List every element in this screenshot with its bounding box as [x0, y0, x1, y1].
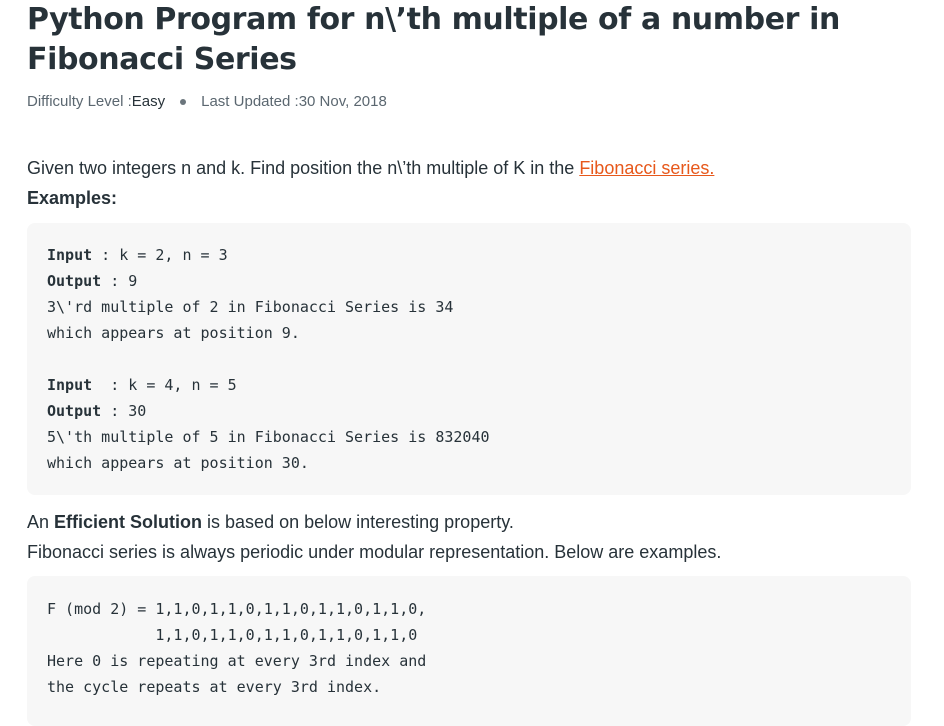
code-line: F (mod 2) = 1,1,0,1,1,0,1,1,0,1,1,0,1,1,… [47, 600, 427, 618]
examples-code: Input : k = 2, n = 3 Output : 9 3\'rd mult… [47, 242, 490, 476]
solution-bold: Efficient Solution [54, 512, 203, 532]
code-line: Output : 30 [47, 402, 147, 420]
code-line: which appears at position 9. [47, 324, 300, 342]
code-line: Input : k = 4, n = 5 [47, 376, 237, 394]
mod-code-block: F (mod 2) = 1,1,0,1,1,0,1,1,0,1,1,0,1,1,… [27, 576, 911, 726]
difficulty-value[interactable]: Easy [132, 92, 165, 112]
code-line: Here 0 is repeating at every 3rd index a… [47, 652, 427, 670]
difficulty-label: Difficulty Level : [27, 93, 132, 110]
separator-dot-icon [180, 99, 187, 105]
intro-paragraph: Given two integers n and k. Find positio… [27, 156, 714, 180]
examples-heading: Examples: [27, 188, 118, 208]
code-line: 3\'rd multiple of 2 in Fibonacci Series … [47, 298, 454, 316]
code-line: 5\'th multiple of 5 in Fibonacci Series … [47, 428, 490, 446]
periodic-paragraph: Fibonacci series is always periodic unde… [27, 542, 722, 562]
mod-code: F (mod 2) = 1,1,0,1,1,0,1,1,0,1,1,0,1,1,… [47, 596, 426, 700]
code-line: Input : k = 2, n = 3 [47, 246, 228, 264]
code-line: 1,1,0,1,1,0,1,1,0,1,1,0,1,1,0 [47, 626, 418, 644]
code-line: Output : 9 [47, 272, 138, 290]
solution-paragraph: An Efficient Solution is based on below … [27, 510, 514, 534]
last-updated-label: Last Updated : [201, 93, 299, 110]
examples-code-block: Input : k = 2, n = 3 Output : 9 3\'rd mult… [27, 223, 911, 495]
solution-suffix: is based on below interesting property. [202, 512, 514, 532]
fibonacci-series-link[interactable]: Fibonacci series. [579, 158, 714, 178]
code-line: which appears at position 30. [47, 454, 309, 472]
code-line: the cycle repeats at every 3rd index. [47, 678, 382, 696]
last-updated-value: 30 Nov, 2018 [298, 93, 387, 110]
intro-text: Given two integers n and k. Find positio… [27, 158, 580, 178]
article-meta: Difficulty Level : Easy Last Updated : 3… [27, 92, 387, 112]
page-title: Python Program for n\’th multiple of a n… [27, 2, 840, 77]
solution-prefix: An [27, 512, 55, 532]
